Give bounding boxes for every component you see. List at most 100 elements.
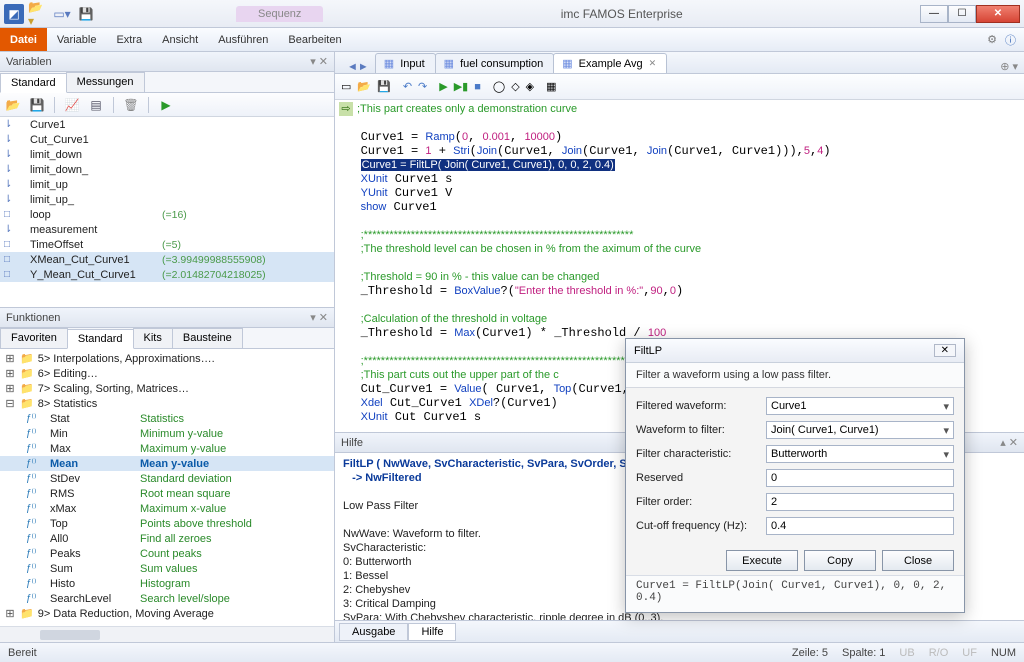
editor-tab-input[interactable]: ▦Input [375, 53, 436, 73]
open-file-icon[interactable]: 📂 [357, 80, 371, 93]
chart-icon[interactable]: 📈 [63, 96, 81, 114]
close-button[interactable]: ✕ [976, 5, 1020, 23]
func-item[interactable]: ƒ⁽⁾StatStatistics [0, 411, 334, 426]
redo-icon[interactable]: ↷ [418, 80, 427, 93]
tree-toggle-icon[interactable]: ⊞ [4, 352, 16, 365]
open-folder-icon[interactable]: 📂 [4, 96, 22, 114]
dialog-close-icon[interactable]: ✕ [934, 344, 956, 357]
tree-toggle-icon[interactable]: ⊞ [4, 367, 16, 380]
menu-ansicht[interactable]: Ansicht [152, 28, 208, 51]
open-icon[interactable]: 📂▾ [28, 4, 48, 24]
variable-row[interactable]: ⇂measurement [0, 222, 334, 237]
tab-messungen[interactable]: Messungen [66, 72, 145, 92]
dialog-input[interactable] [766, 493, 954, 511]
tab-standard[interactable]: Standard [0, 73, 67, 93]
variable-row[interactable]: □XMean_Cut_Curve1(=3.99499988555908) [0, 252, 334, 267]
editor-tab-example[interactable]: ▦Example Avg✕ [553, 53, 667, 73]
copy-button[interactable]: Copy [804, 550, 876, 571]
tree-toggle-icon[interactable]: ⊞ [4, 382, 16, 395]
table-icon[interactable]: ▤ [87, 96, 105, 114]
func-item[interactable]: ƒ⁽⁾All0Find all zeroes [0, 531, 334, 546]
func-item[interactable]: ƒ⁽⁾MeanMean y-value [0, 456, 334, 471]
menu-variable[interactable]: Variable [47, 28, 107, 51]
save-file-icon[interactable]: 💾 [377, 80, 391, 93]
breakpoint-icon[interactable]: ◯ [493, 80, 505, 93]
menu-bearbeiten[interactable]: Bearbeiten [278, 28, 351, 51]
settings-icon[interactable]: ⚙ [987, 33, 997, 46]
help-icon[interactable]: ⓘ [1005, 32, 1016, 48]
undo-icon[interactable]: ↶ [403, 80, 412, 93]
func-item[interactable]: ƒ⁽⁾MaxMaximum y-value [0, 441, 334, 456]
func-item[interactable]: ƒ⁽⁾StDevStandard deviation [0, 471, 334, 486]
menu-ausfuehren[interactable]: Ausführen [208, 28, 278, 51]
tab-close-icon[interactable]: ✕ [649, 58, 657, 69]
variable-row[interactable]: ⇂limit_up [0, 177, 334, 192]
scrollbar-horizontal[interactable] [0, 626, 334, 642]
menu-extra[interactable]: Extra [106, 28, 152, 51]
status-uf: UF [962, 647, 977, 659]
save-icon[interactable]: 💾 [76, 4, 96, 24]
func-item[interactable]: ƒ⁽⁾PeaksCount peaks [0, 546, 334, 561]
func-item[interactable]: ƒ⁽⁾xMaxMaximum x-value [0, 501, 334, 516]
tab-ausgabe[interactable]: Ausgabe [339, 623, 408, 641]
variables-panel-title: Variablen▾ ✕ [0, 52, 334, 72]
variable-row[interactable]: ⇂limit_down_ [0, 162, 334, 177]
func-group[interactable]: ⊞📁7> Scaling, Sorting, Matrices… [0, 381, 334, 396]
variable-row[interactable]: □TimeOffset(=5) [0, 237, 334, 252]
tab-favoriten[interactable]: Favoriten [0, 328, 68, 348]
variable-row[interactable]: ⇂limit_up_ [0, 192, 334, 207]
editor-tab-fuel[interactable]: ▦fuel consumption [435, 53, 555, 73]
format-icon[interactable]: ▦ [546, 80, 556, 93]
variable-row[interactable]: ⇂Curve1 [0, 117, 334, 132]
func-group[interactable]: ⊞📁6> Editing… [0, 366, 334, 381]
new-icon[interactable]: ▭▾ [52, 4, 72, 24]
run-icon[interactable]: ▶ [157, 96, 175, 114]
variable-icon: ⇂ [4, 134, 22, 145]
sequence-tab[interactable]: Sequenz [236, 6, 323, 22]
dialog-titlebar[interactable]: FiltLP ✕ [626, 339, 964, 363]
execute-button[interactable]: Execute [726, 550, 798, 571]
func-group[interactable]: ⊞📁5> Interpolations, Approximations…. [0, 351, 334, 366]
new-file-icon[interactable]: ▭ [341, 80, 351, 93]
func-group[interactable]: ⊞📁9> Data Reduction, Moving Average [0, 606, 334, 621]
dialog-select[interactable]: Join( Curve1, Curve1)▾ [766, 421, 954, 439]
app-icon[interactable]: ◩ [4, 4, 24, 24]
dialog-select[interactable]: Butterworth▾ [766, 445, 954, 463]
functions-panel-title: Funktionen▾ ✕ [0, 308, 334, 328]
func-item[interactable]: ƒ⁽⁾MinMinimum y-value [0, 426, 334, 441]
tree-toggle-icon[interactable]: ⊟ [4, 397, 16, 410]
variable-row[interactable]: □loop(=16) [0, 207, 334, 222]
dialog-select[interactable]: Curve1▾ [766, 397, 954, 415]
func-item[interactable]: ƒ⁽⁾SumSum values [0, 561, 334, 576]
tab-bausteine[interactable]: Bausteine [172, 328, 243, 348]
run-step-icon[interactable]: ▶▮ [454, 80, 469, 93]
func-item[interactable]: ƒ⁽⁾TopPoints above threshold [0, 516, 334, 531]
tree-toggle-icon[interactable]: ⊞ [4, 607, 16, 620]
stop-icon[interactable]: ■ [474, 81, 481, 93]
func-item[interactable]: ƒ⁽⁾SearchLevelSearch level/slope [0, 591, 334, 606]
variable-row[interactable]: ⇂limit_down [0, 147, 334, 162]
menu-datei[interactable]: Datei [0, 28, 47, 51]
minimize-button[interactable]: — [920, 5, 948, 23]
func-name: SearchLevel [50, 593, 130, 605]
variable-row[interactable]: □Y_Mean_Cut_Curve1(=2.01482704218025) [0, 267, 334, 282]
dialog-input[interactable] [766, 469, 954, 487]
tab-nav-icon[interactable]: ◄► [341, 61, 375, 73]
tab-kits[interactable]: Kits [133, 328, 173, 348]
bookmark-icon[interactable]: ◇ [511, 80, 519, 93]
func-name: Mean [50, 458, 130, 470]
maximize-button[interactable]: ☐ [948, 5, 976, 23]
tab-hilfe[interactable]: Hilfe [408, 623, 456, 641]
bookmark2-icon[interactable]: ◈ [526, 80, 534, 93]
func-group[interactable]: ⊟📁8> Statistics [0, 396, 334, 411]
tab-func-standard[interactable]: Standard [67, 329, 134, 349]
save-icon[interactable]: 💾 [28, 96, 46, 114]
tab-overflow-icon[interactable]: ⊕ ▾ [994, 60, 1024, 73]
run-script-icon[interactable]: ▶ [439, 80, 447, 93]
close-dialog-button[interactable]: Close [882, 550, 954, 571]
func-item[interactable]: ƒ⁽⁾RMSRoot mean square [0, 486, 334, 501]
func-item[interactable]: ƒ⁽⁾HistoHistogram [0, 576, 334, 591]
variable-row[interactable]: ⇂Cut_Curve1 [0, 132, 334, 147]
delete-icon[interactable]: 🗑 [122, 96, 140, 114]
dialog-input[interactable] [766, 517, 954, 535]
